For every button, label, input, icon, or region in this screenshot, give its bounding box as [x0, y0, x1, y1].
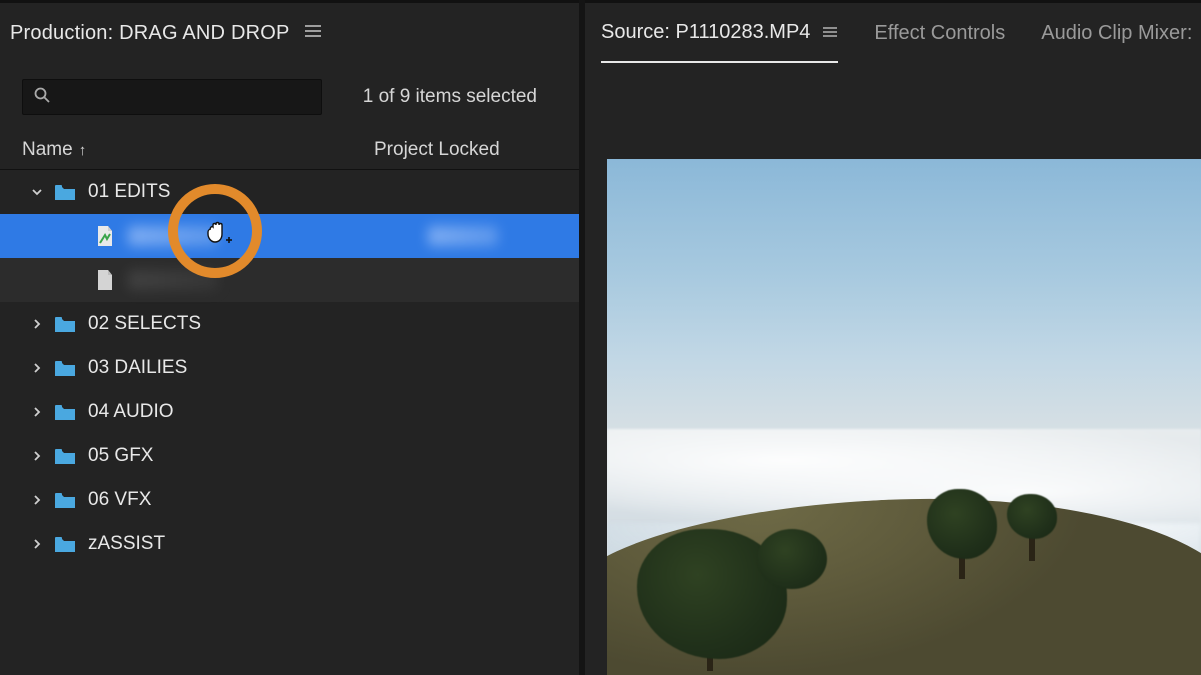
preview-tree	[1007, 494, 1057, 539]
tab-effect-controls[interactable]: Effect Controls	[874, 3, 1005, 63]
chevron-right-icon[interactable]	[30, 317, 44, 331]
tab-label: Effect Controls	[874, 22, 1005, 45]
project-panel: Production: DRAG AND DROP 1 of 9 items s…	[0, 0, 579, 675]
chevron-right-icon[interactable]	[30, 537, 44, 551]
project-item-selected[interactable]	[0, 214, 579, 258]
source-monitor-panel: Source: P1110283.MP4 Effect Controls Aud…	[579, 0, 1201, 675]
monitor-tabs: Source: P1110283.MP4 Effect Controls Aud…	[585, 0, 1201, 63]
selection-status: 1 of 9 items selected	[363, 86, 557, 108]
search-icon	[33, 86, 51, 109]
panel-menu-icon[interactable]	[822, 21, 838, 44]
folder-label: 02 SELECTS	[88, 313, 201, 335]
chevron-right-icon[interactable]	[30, 493, 44, 507]
tab-audio-clip-mixer[interactable]: Audio Clip Mixer:	[1041, 3, 1192, 63]
tab-source[interactable]: Source: P1110283.MP4	[601, 3, 838, 63]
chevron-down-icon[interactable]	[30, 185, 44, 199]
folder-icon	[54, 448, 76, 465]
column-headers: Name ↑ Project Locked	[0, 131, 579, 170]
column-name-label: Name	[22, 139, 73, 161]
app-root: Production: DRAG AND DROP 1 of 9 items s…	[0, 0, 1201, 675]
tab-label: Audio Clip Mixer:	[1041, 22, 1192, 45]
project-panel-header: Production: DRAG AND DROP	[0, 0, 579, 63]
folder-row-zassist[interactable]: zASSIST	[0, 522, 579, 566]
folder-icon	[54, 492, 76, 509]
source-video-frame[interactable]	[607, 159, 1201, 675]
folder-label: 06 VFX	[88, 489, 151, 511]
redacted-item-name	[128, 226, 218, 246]
project-panel-title: Production: DRAG AND DROP	[10, 22, 290, 45]
folder-icon	[54, 360, 76, 377]
column-name[interactable]: Name ↑	[22, 139, 374, 161]
folder-row-03-dailies[interactable]: 03 DAILIES	[0, 346, 579, 390]
source-preview-area	[585, 63, 1201, 675]
title-prefix: Production:	[10, 22, 113, 44]
project-file-icon	[96, 225, 114, 247]
folder-icon	[54, 316, 76, 333]
preview-tree	[757, 529, 827, 589]
chevron-right-icon[interactable]	[30, 361, 44, 375]
chevron-right-icon[interactable]	[30, 405, 44, 419]
sort-ascending-icon: ↑	[79, 142, 87, 159]
folder-row-01-edits[interactable]: 01 EDITS	[0, 170, 579, 214]
folder-label: 05 GFX	[88, 445, 153, 467]
column-project-locked[interactable]: Project Locked	[374, 139, 544, 161]
folder-icon	[54, 404, 76, 421]
chevron-right-icon[interactable]	[30, 449, 44, 463]
folder-row-04-audio[interactable]: 04 AUDIO	[0, 390, 579, 434]
column-locked-label: Project Locked	[374, 139, 500, 160]
tab-source-filename: P1110283.MP4	[676, 21, 811, 44]
tab-source-prefix: Source:	[601, 21, 670, 44]
project-file-icon	[96, 269, 114, 291]
folder-label: 01 EDITS	[88, 181, 170, 203]
search-row: 1 of 9 items selected	[0, 63, 579, 125]
folder-icon	[54, 536, 76, 553]
folder-row-05-gfx[interactable]: 05 GFX	[0, 434, 579, 478]
folder-label: 04 AUDIO	[88, 401, 174, 423]
folder-icon	[54, 184, 76, 201]
folder-row-02-selects[interactable]: 02 SELECTS	[0, 302, 579, 346]
redacted-locked-value	[428, 226, 498, 246]
project-item[interactable]	[0, 258, 579, 302]
folder-label: 03 DAILIES	[88, 357, 187, 379]
project-tree: 01 EDITS 02 SELECTS	[0, 170, 579, 566]
title-project-name: DRAG AND DROP	[119, 22, 289, 44]
folder-row-06-vfx[interactable]: 06 VFX	[0, 478, 579, 522]
panel-menu-icon[interactable]	[304, 24, 322, 43]
preview-tree-trunk	[1029, 537, 1035, 561]
search-input[interactable]	[22, 79, 322, 115]
folder-label: zASSIST	[88, 533, 165, 555]
redacted-item-name	[128, 270, 218, 290]
